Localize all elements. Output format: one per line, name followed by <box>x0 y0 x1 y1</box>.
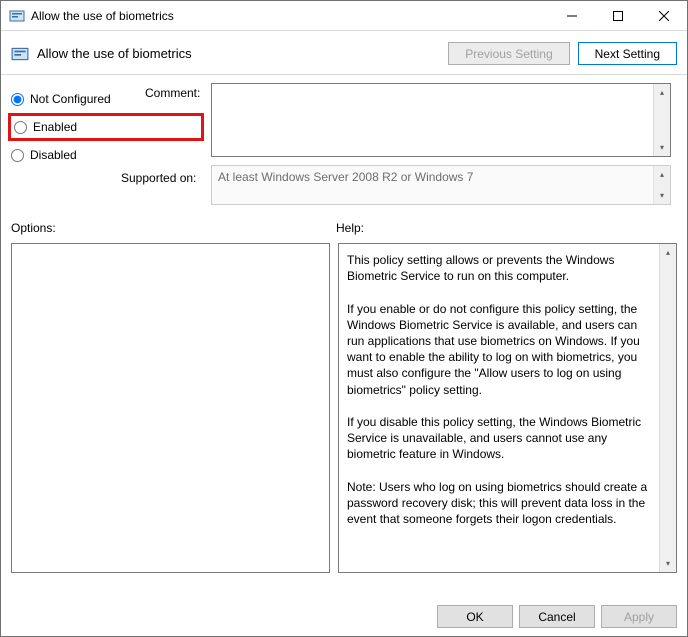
maximize-button[interactable] <box>595 1 641 31</box>
not-configured-radio-input[interactable] <box>11 93 24 106</box>
cancel-button[interactable]: Cancel <box>519 605 595 628</box>
scroll-down-icon[interactable]: ▾ <box>660 555 676 572</box>
scroll-down-icon: ▾ <box>654 187 670 204</box>
scroll-down-icon[interactable]: ▾ <box>654 139 670 156</box>
settings-area: Not Configured Enabled Disabled Comment:… <box>1 75 687 211</box>
enabled-label: Enabled <box>33 120 77 134</box>
supported-on-label: Supported on: <box>121 171 196 185</box>
comment-label: Comment: <box>145 86 200 100</box>
scroll-up-icon[interactable]: ▴ <box>660 244 676 261</box>
enabled-radio[interactable]: Enabled <box>8 113 204 141</box>
help-scrollbar[interactable]: ▴ ▾ <box>659 244 676 572</box>
supported-on-value: At least Windows Server 2008 R2 or Windo… <box>212 166 653 204</box>
comment-scrollbar[interactable]: ▴ ▾ <box>653 84 670 156</box>
minimize-button[interactable] <box>549 1 595 31</box>
lower-area: Options: Help: This policy setting allow… <box>1 211 687 573</box>
header: Allow the use of biometrics Previous Set… <box>1 31 687 75</box>
policy-icon <box>9 8 25 24</box>
next-setting-button[interactable]: Next Setting <box>578 42 677 65</box>
scroll-up-icon[interactable]: ▴ <box>654 84 670 101</box>
supported-scrollbar: ▴ ▾ <box>653 166 670 204</box>
scroll-up-icon: ▴ <box>654 166 670 183</box>
help-pane: This policy setting allows or prevents t… <box>338 243 677 573</box>
policy-icon <box>11 45 29 63</box>
disabled-radio[interactable]: Disabled <box>11 141 211 169</box>
footer-buttons: OK Cancel Apply <box>437 605 677 628</box>
ok-button[interactable]: OK <box>437 605 513 628</box>
enabled-radio-input[interactable] <box>14 121 27 134</box>
window-title: Allow the use of biometrics <box>31 9 549 23</box>
titlebar: Allow the use of biometrics <box>1 1 687 31</box>
help-text: This policy setting allows or prevents t… <box>339 244 659 572</box>
previous-setting-button[interactable]: Previous Setting <box>448 42 569 65</box>
comment-textarea[interactable]: ▴ ▾ <box>211 83 671 157</box>
not-configured-label: Not Configured <box>30 92 111 106</box>
options-pane <box>11 243 330 573</box>
options-label: Options: <box>11 221 336 235</box>
close-button[interactable] <box>641 1 687 31</box>
header-title: Allow the use of biometrics <box>37 46 440 61</box>
window-controls <box>549 1 687 30</box>
disabled-radio-input[interactable] <box>11 149 24 162</box>
help-label: Help: <box>336 221 364 235</box>
supported-on-box: At least Windows Server 2008 R2 or Windo… <box>211 165 671 205</box>
comment-value[interactable] <box>212 84 653 156</box>
apply-button[interactable]: Apply <box>601 605 677 628</box>
disabled-label: Disabled <box>30 148 77 162</box>
